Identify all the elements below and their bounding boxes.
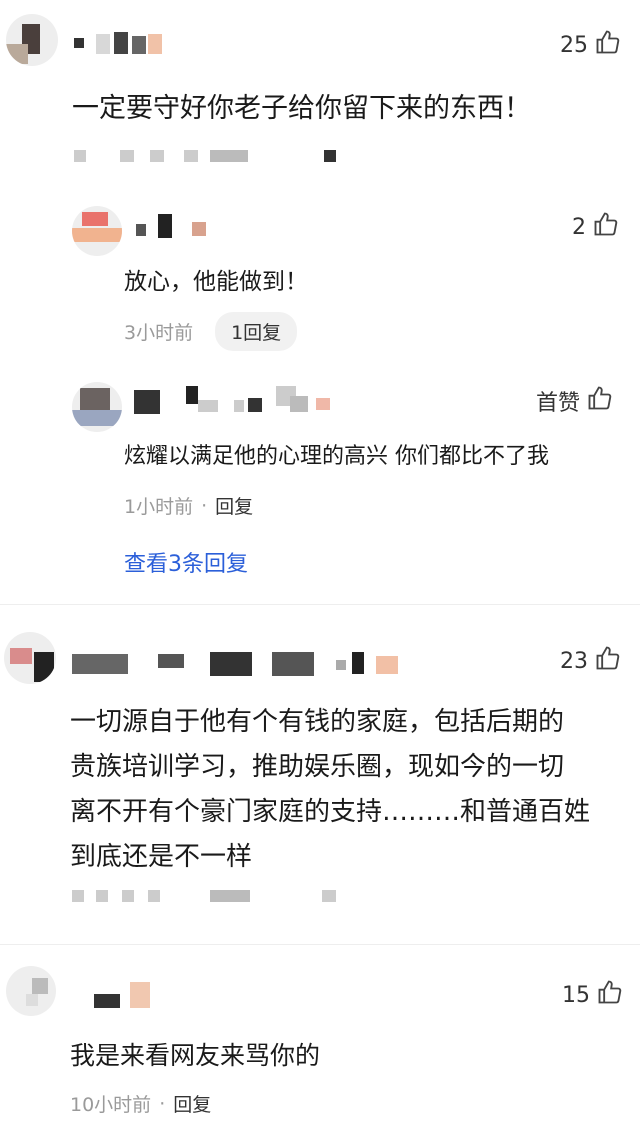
like-count-value: 2 (572, 214, 586, 240)
like-count[interactable]: 23 (560, 644, 622, 678)
avatar[interactable] (72, 206, 122, 256)
view-more-replies-link[interactable]: 查看3条回复 (124, 546, 248, 578)
comment-text-line: 贵族培训学习，推助娱乐圈，现如今的一切 (70, 752, 565, 782)
reply-count-button[interactable]: 1回复 (215, 312, 298, 351)
separator-dot: · (159, 1092, 166, 1115)
reply-meta: 3小时前 1回复 (124, 312, 298, 351)
divider (0, 604, 640, 605)
reply-button[interactable]: 回复 (215, 492, 253, 519)
like-count-value: 23 (560, 648, 588, 674)
thumbs-up-icon[interactable] (592, 210, 620, 244)
comment-text: 我是来看网友来骂你的 (70, 1041, 321, 1070)
comment-text-line: 离不开有个豪门家庭的支持………和普通百姓 (70, 797, 591, 827)
blurred-meta (74, 150, 344, 164)
username-blurred[interactable] (74, 32, 164, 58)
username-blurred[interactable] (72, 652, 402, 678)
like-count[interactable]: 15 (562, 978, 624, 1012)
first-like-label: 首赞 (536, 391, 581, 416)
comment-text: 一定要守好你老子给你留下来的东西！ (72, 93, 531, 124)
reply-button[interactable]: 回复 (173, 1090, 211, 1117)
like-count[interactable]: 2 (572, 210, 620, 244)
divider (0, 944, 640, 945)
like-count-value: 15 (562, 982, 590, 1008)
avatar[interactable] (72, 382, 122, 432)
username-blurred[interactable] (94, 982, 164, 1008)
separator-dot: · (201, 494, 208, 517)
timestamp: 1小时前 (124, 496, 194, 518)
comment-meta: 10小时前 · 回复 (70, 1090, 211, 1117)
reply-meta: 1小时前 · 回复 (124, 492, 253, 519)
username-blurred[interactable] (136, 214, 216, 240)
blurred-meta (72, 884, 342, 902)
like-count-value: 25 (560, 32, 588, 58)
reply-text: 放心，他能做到！ (124, 269, 308, 295)
timestamp: 3小时前 (124, 322, 194, 344)
thumbs-up-icon[interactable] (586, 384, 614, 418)
reply-text: 炫耀以满足他的心理的高兴 你们都比不了我 (124, 444, 549, 469)
avatar[interactable] (4, 632, 56, 684)
like-count[interactable]: 首赞 (536, 384, 614, 418)
thumbs-up-icon[interactable] (594, 28, 622, 62)
thumbs-up-icon[interactable] (596, 978, 624, 1012)
comment-text: 一切源自于他有个有钱的家庭，包括后期的 贵族培训学习，推助娱乐圈，现如今的一切 … (70, 700, 635, 880)
thumbs-up-icon[interactable] (594, 644, 622, 678)
avatar[interactable] (6, 14, 58, 66)
comment-text-line: 一切源自于他有个有钱的家庭，包括后期的 (70, 707, 565, 737)
like-count[interactable]: 25 (560, 28, 622, 62)
timestamp: 10小时前 (70, 1094, 152, 1116)
username-blurred[interactable] (134, 386, 344, 414)
comment-text-line: 到底还是不一样 (70, 842, 253, 872)
avatar[interactable] (6, 966, 56, 1016)
